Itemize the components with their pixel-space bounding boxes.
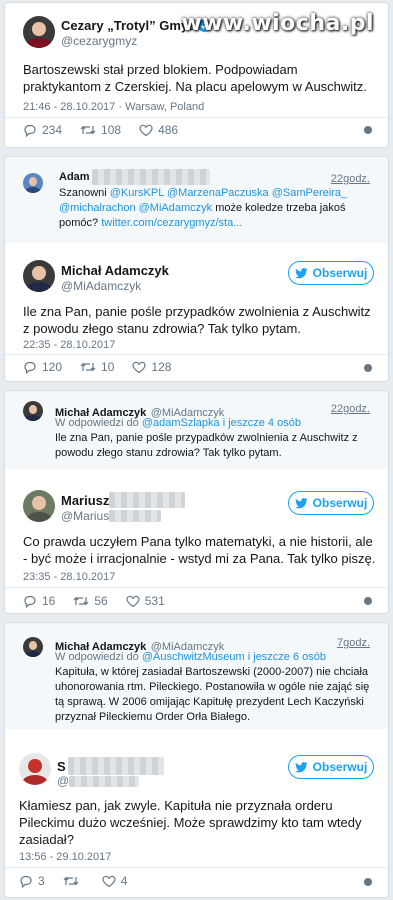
tweet-text: Kłamiesz pan, jak zwyle. Kapituła nie pr… bbox=[19, 798, 362, 847]
author-handle[interactable]: @cezarygmyz bbox=[61, 34, 137, 48]
reply-icon bbox=[20, 875, 32, 888]
like-button[interactable]: 531 bbox=[126, 594, 165, 608]
tweet-card-gmyz: Cezary „Trotyl” Gmyz @cezarygmyz www.wio… bbox=[4, 2, 389, 148]
tweet-timestamp[interactable]: 13:56 - 29.10.2017 bbox=[19, 851, 111, 863]
reply-context: W odpowiedzi do @AuschwitzMuseum i jeszc… bbox=[55, 651, 327, 663]
retweet-button[interactable]: 10 bbox=[80, 360, 114, 374]
avatar[interactable] bbox=[23, 637, 43, 657]
heart-icon bbox=[126, 595, 140, 607]
tweet-timestamp[interactable]: 22:35 - 28.10.2017 bbox=[23, 339, 115, 351]
reply-context: W odpowiedzi do @adamSzlapka i jeszcze 4… bbox=[55, 417, 301, 429]
redacted-name bbox=[67, 757, 164, 775]
author-name[interactable]: Cezary „Trotyl” Gmyz bbox=[61, 18, 195, 33]
avatar[interactable] bbox=[23, 16, 55, 48]
like-button[interactable]: 486 bbox=[139, 123, 178, 137]
avatar[interactable] bbox=[19, 753, 51, 785]
twitter-bird-icon bbox=[294, 267, 308, 278]
like-button[interactable]: 4 bbox=[102, 874, 128, 888]
heart-icon bbox=[132, 361, 146, 373]
reply-count: 234 bbox=[42, 123, 63, 137]
reply-icon bbox=[24, 361, 36, 374]
retweet-count: 56 bbox=[94, 594, 108, 608]
quoted-tweet[interactable]: Michał Adamczyk @MiAdamczyk 7godz. W odp… bbox=[5, 623, 388, 729]
tweet-card-mariusz: Michał Adamczyk @MiAdamczyk 22godz. W od… bbox=[4, 390, 389, 614]
tweet-card-adamczyk-1: Adam 22godz. Szanowni @KursKPL @MarzenaP… bbox=[4, 156, 389, 382]
follow-button[interactable]: Obserwuj bbox=[288, 491, 374, 515]
reply-button[interactable]: 3 bbox=[19, 874, 45, 888]
heart-icon bbox=[139, 124, 153, 136]
retweet-count: 10 bbox=[101, 360, 115, 374]
reply-button[interactable]: 16 bbox=[23, 594, 55, 608]
watermark-logo: www.wiocha.pl bbox=[181, 11, 374, 36]
avatar[interactable] bbox=[23, 401, 43, 421]
twitter-bird-icon bbox=[294, 497, 308, 508]
tweet-text: Bartoszewski stał przed blokiem. Podpowi… bbox=[23, 62, 367, 94]
retweet-icon bbox=[80, 125, 96, 135]
reply-icon bbox=[24, 595, 36, 608]
info-icon[interactable] bbox=[364, 878, 372, 886]
like-count: 531 bbox=[144, 594, 165, 608]
quoted-tweet[interactable]: Michał Adamczyk @MiAdamczyk 22godz. W od… bbox=[5, 391, 388, 469]
quoted-author-name[interactable]: Adam bbox=[59, 171, 90, 183]
tweet-actions: 16 56 531 bbox=[23, 594, 183, 608]
reply-to-link[interactable]: @adamSzlapka i jeszcze 4 osób bbox=[142, 417, 301, 429]
reply-count: 120 bbox=[42, 360, 63, 374]
follow-button[interactable]: Obserwuj bbox=[288, 261, 374, 285]
tweet-text: Ile zna Pan, panie pośle przypadków zwol… bbox=[23, 304, 371, 336]
tweet-timestamp[interactable]: 23:35 - 28.10.2017 bbox=[23, 571, 115, 583]
like-count: 486 bbox=[158, 123, 179, 137]
info-icon[interactable] bbox=[364, 126, 372, 134]
reply-count: 16 bbox=[42, 594, 56, 608]
redacted-name bbox=[91, 169, 210, 185]
quoted-time[interactable]: 7godz. bbox=[337, 637, 370, 649]
tweet-actions: 3 4 bbox=[19, 874, 145, 888]
avatar[interactable] bbox=[23, 173, 43, 193]
reply-to-link[interactable]: @AuschwitzMuseum i jeszcze 6 osób bbox=[142, 651, 326, 663]
retweet-icon bbox=[73, 596, 89, 606]
like-button[interactable]: 128 bbox=[132, 360, 171, 374]
quoted-link[interactable]: twitter.com/cezarygmyz/sta... bbox=[101, 217, 242, 229]
quoted-text: Ile zna Pan, panie pośle przypadków zwol… bbox=[55, 432, 358, 459]
reply-icon bbox=[24, 124, 36, 137]
tweet-card-s: Michał Adamczyk @MiAdamczyk 7godz. W odp… bbox=[4, 622, 389, 898]
author-handle[interactable]: @MiAdamczyk bbox=[61, 279, 141, 293]
heart-icon bbox=[102, 875, 116, 887]
info-icon[interactable] bbox=[364, 364, 372, 372]
retweet-button[interactable]: 56 bbox=[73, 594, 108, 608]
quoted-tweet[interactable]: Adam 22godz. Szanowni @KursKPL @MarzenaP… bbox=[5, 157, 388, 243]
tweet-text: Co prawda uczyłem Pana tylko matematyki,… bbox=[23, 534, 376, 566]
retweet-count: 108 bbox=[101, 123, 122, 137]
twitter-bird-icon bbox=[294, 761, 308, 772]
author-handle[interactable]: @ bbox=[57, 774, 69, 788]
retweet-icon bbox=[80, 362, 96, 372]
redacted-handle bbox=[69, 775, 140, 787]
quoted-text: Kapituła, w której zasiadał Bartoszewski… bbox=[55, 666, 370, 723]
redacted-handle bbox=[109, 510, 162, 522]
reply-count: 3 bbox=[38, 874, 45, 888]
reply-button[interactable]: 120 bbox=[23, 360, 62, 374]
tweet-actions: 234 108 486 bbox=[23, 123, 196, 137]
avatar[interactable] bbox=[23, 260, 55, 292]
author-name[interactable]: Mariusz bbox=[61, 493, 109, 508]
quoted-time[interactable]: 22godz. bbox=[331, 403, 370, 415]
quoted-text: Szanowni @KursKPL @MarzenaPaczuska @SamP… bbox=[59, 187, 348, 229]
redacted-name bbox=[109, 492, 186, 508]
avatar[interactable] bbox=[23, 490, 55, 522]
like-count: 4 bbox=[120, 874, 128, 888]
quoted-time[interactable]: 22godz. bbox=[331, 173, 370, 185]
info-icon[interactable] bbox=[364, 597, 372, 605]
tweet-actions: 120 10 128 bbox=[23, 360, 189, 374]
author-name[interactable]: Michał Adamczyk bbox=[61, 263, 169, 278]
retweet-button[interactable] bbox=[63, 875, 84, 887]
retweet-button[interactable]: 108 bbox=[80, 123, 121, 137]
follow-button[interactable]: Obserwuj bbox=[288, 755, 374, 779]
retweet-icon bbox=[63, 876, 79, 886]
reply-button[interactable]: 234 bbox=[23, 123, 62, 137]
author-name[interactable]: S bbox=[57, 759, 66, 774]
tweet-timestamp[interactable]: 21:46 - 28.10.2017 · Warsaw, Poland bbox=[23, 101, 204, 113]
like-count: 128 bbox=[151, 360, 172, 374]
author-handle[interactable]: @Marius bbox=[61, 509, 109, 523]
